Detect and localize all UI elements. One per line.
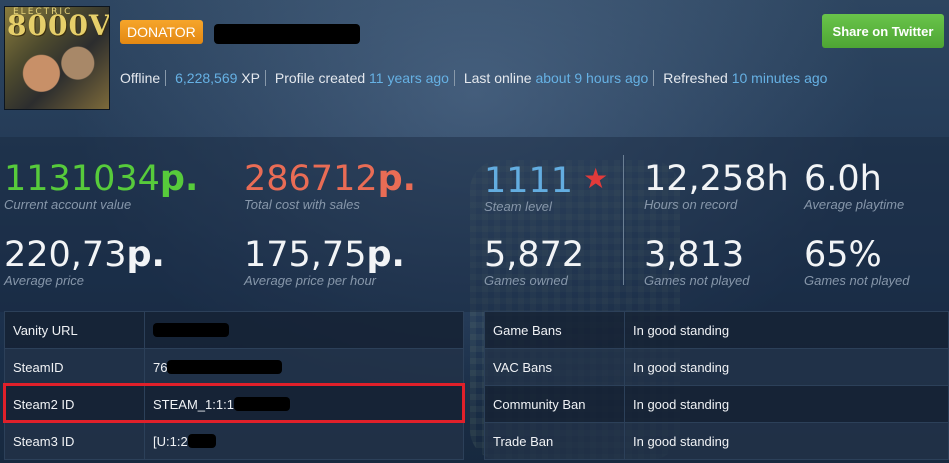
table-row: SteamID 76 <box>4 348 464 386</box>
hours-label: Hours on record <box>644 197 738 212</box>
xp-unit: XP <box>241 70 260 86</box>
stats-divider <box>623 155 624 285</box>
price-per-hour-currency: p. <box>366 235 405 275</box>
steam-level-value: 1111 <box>484 161 574 201</box>
games-not-played-pct-value: 65% <box>804 235 882 275</box>
status-text: Offline <box>120 70 161 86</box>
games-not-played-label: Games not played <box>644 273 750 288</box>
share-on-twitter-button[interactable]: Share on Twitter <box>822 14 944 48</box>
redacted-block <box>187 433 216 448</box>
steamid-value-cell[interactable]: 76 <box>144 348 464 386</box>
username-redacted <box>214 24 360 44</box>
created-label: Profile created <box>274 70 366 86</box>
stat-games-not-played: 3,813 Games not played <box>644 235 750 288</box>
created-value-link[interactable]: 11 years ago <box>369 70 449 86</box>
avg-playtime-value: 6.0h <box>804 159 882 199</box>
steamid-value: 76 <box>153 359 168 375</box>
stat-account-value: 1131034p. Current account value <box>4 159 198 212</box>
account-value: 1131034 <box>4 159 160 199</box>
profile-meta: Offline 6,228,569 XP Profile created 11 … <box>120 70 827 86</box>
stat-hours: 12,258h Hours on record <box>644 159 789 212</box>
vanity-url-value[interactable] <box>144 311 464 349</box>
avg-price-value: 220,73 <box>4 235 127 275</box>
avatar-logo-text: 8000V <box>7 9 110 42</box>
game-bans-key: Game Bans <box>484 311 625 349</box>
steam-level-label: Steam level <box>484 199 552 214</box>
stat-avg-playtime: 6.0h Average playtime <box>804 159 904 212</box>
table-row: Steam3 ID [U:1:2 <box>4 422 464 460</box>
games-not-played-pct-label: Games not played <box>804 273 910 288</box>
stat-games-owned: 5,872 Games owned <box>484 235 584 288</box>
account-value-label: Current account value <box>4 197 132 212</box>
bans-table: Game Bans In good standing VAC Bans In g… <box>484 311 949 460</box>
games-owned-value: 5,872 <box>484 235 585 275</box>
community-ban-key: Community Ban <box>484 385 625 423</box>
last-online-label: Last online <box>463 70 532 86</box>
total-cost-label: Total cost with sales <box>244 197 360 212</box>
last-online-value-link[interactable]: about 9 hours ago <box>535 70 648 86</box>
steamid-key: SteamID <box>4 348 145 386</box>
star-icon: ★ <box>583 162 609 195</box>
avg-playtime-label: Average playtime <box>804 197 905 212</box>
steam2-id-highlight-box <box>3 383 465 423</box>
total-cost-currency: p. <box>377 159 416 199</box>
stat-games-not-played-pct: 65% Games not played <box>804 235 910 288</box>
price-per-hour-value: 175,75 <box>244 235 367 275</box>
avatar[interactable]: ELECTRIC 8000V <box>4 6 110 110</box>
games-owned-label: Games owned <box>484 273 568 288</box>
account-value-currency: p. <box>159 159 199 199</box>
steam3-id-value: [U:1:2 <box>153 433 188 449</box>
table-row: Trade Ban In good standing <box>484 422 949 460</box>
game-bans-value: In good standing <box>624 311 949 349</box>
total-cost-value: 286712 <box>244 159 378 199</box>
profile-header: ELECTRIC 8000V DONATOR Share on Twitter … <box>0 0 949 118</box>
trade-ban-value: In good standing <box>624 422 949 460</box>
redacted-block <box>153 322 229 337</box>
stat-price-per-hour: 175,75p. Average price per hour <box>244 235 405 288</box>
games-not-played-value: 3,813 <box>644 235 745 275</box>
avg-price-label: Average price <box>4 273 84 288</box>
avg-price-currency: p. <box>126 235 165 275</box>
table-row: VAC Bans In good standing <box>484 348 949 386</box>
stat-steam-level: 1111 ★ Steam level <box>484 159 608 214</box>
refreshed-label: Refreshed <box>663 70 728 86</box>
vac-bans-value: In good standing <box>624 348 949 386</box>
vanity-url-key: Vanity URL <box>4 311 145 349</box>
vac-bans-key: VAC Bans <box>484 348 625 386</box>
stat-avg-price: 220,73p. Average price <box>4 235 165 288</box>
steam3-id-key: Steam3 ID <box>4 422 145 460</box>
donator-badge: DONATOR <box>120 20 203 44</box>
table-row: Game Bans In good standing <box>484 311 949 349</box>
table-row: Vanity URL <box>4 311 464 349</box>
stat-total-cost: 286712p. Total cost with sales <box>244 159 416 212</box>
steam3-id-value-cell[interactable]: [U:1:2 <box>144 422 464 460</box>
xp-value-link[interactable]: 6,228,569 <box>175 70 237 86</box>
community-ban-value: In good standing <box>624 385 949 423</box>
redacted-block <box>167 359 283 374</box>
refreshed-value-link[interactable]: 10 minutes ago <box>732 70 828 86</box>
trade-ban-key: Trade Ban <box>484 422 625 460</box>
price-per-hour-label: Average price per hour <box>244 273 377 288</box>
hours-value: 12,258h <box>644 159 789 199</box>
table-row: Community Ban In good standing <box>484 385 949 423</box>
